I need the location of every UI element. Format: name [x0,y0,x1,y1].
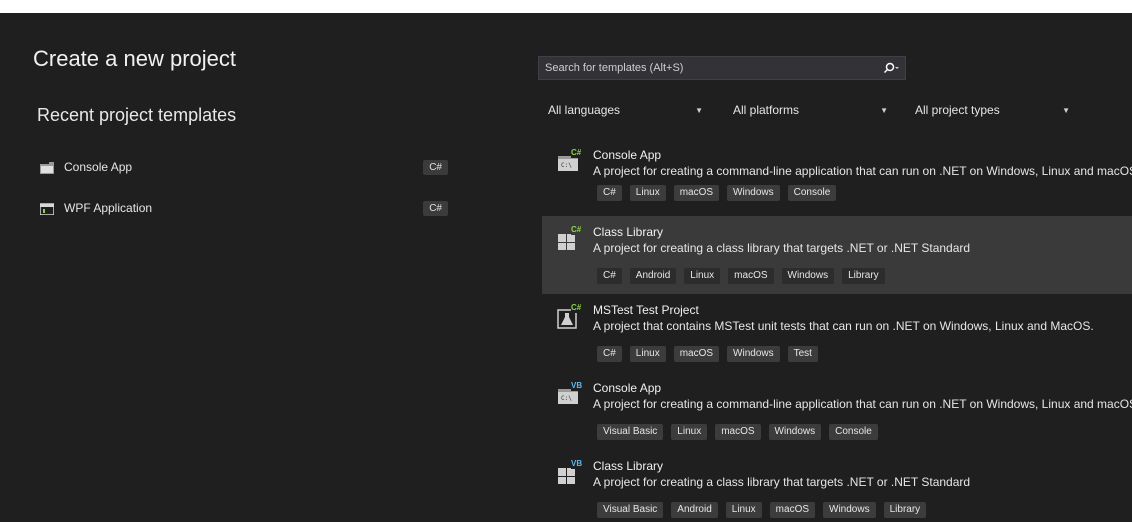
console-app-icon: C:\ VB [556,381,584,408]
tag: macOS [673,346,720,362]
template-name: Console App [593,381,662,395]
tag: macOS [673,185,720,201]
tag: macOS [769,502,816,518]
tag: Visual Basic [597,424,664,440]
test-flask-icon: C# [556,303,584,330]
tag: Windows [727,346,780,362]
template-item-console-app-csharp[interactable]: C:\ C# Console App A project for creatin… [542,139,1132,213]
chevron-down-icon: ▼ [880,105,888,115]
vb-badge: VB [571,459,583,468]
tag: Linux [684,268,721,284]
tag: macOS [728,268,774,284]
wpf-app-icon [39,202,55,216]
tag: C# [597,185,622,201]
tag: Library [842,268,885,284]
svg-text:C:\: C:\ [561,162,572,169]
template-tags: C# Linux macOS Windows Console [597,185,837,201]
template-item-console-app-vb[interactable]: C:\ VB Console App A project for creatin… [542,372,1132,446]
template-search-box[interactable] [538,56,906,80]
template-search-input[interactable] [539,61,879,75]
vb-badge: VB [571,381,583,390]
template-tags: Visual Basic Android Linux macOS Windows… [597,502,927,518]
recent-item-console-app[interactable]: Console App C# [40,155,450,179]
class-library-icon: C# [556,225,584,252]
tag: Test [787,346,818,362]
csharp-badge: C# [571,303,582,312]
template-name: Class Library [593,225,664,239]
csharp-badge: C# [571,148,582,157]
tag: macOS [715,424,761,440]
template-name: MSTest Test Project [593,303,699,317]
csharp-badge: C# [571,225,582,234]
template-name: Class Library [593,459,664,473]
chevron-down-icon: ▼ [1062,105,1070,115]
language-filter-dropdown[interactable]: All languages ▼ [548,99,703,121]
tag: Android [671,502,718,518]
project-type-filter-dropdown[interactable]: All project types ▼ [915,99,1070,121]
recent-item-wpf-application[interactable]: WPF Application C# [39,196,450,220]
template-description: A project for creating a command-line ap… [593,397,1132,411]
platform-filter-value: All platforms [733,103,800,117]
class-library-icon: VB [556,459,584,486]
template-item-mstest-test-project[interactable]: C# MSTest Test Project A project that co… [542,294,1132,368]
recent-item-label: Console App [64,160,133,174]
template-item-class-library-csharp[interactable]: C# Class Library A project for creating … [542,216,1132,294]
console-app-icon: C:\ C# [556,148,584,175]
tag: Console [787,185,837,201]
tag: Windows [768,424,822,440]
template-name: Console App [593,148,662,162]
template-tags: C# Linux macOS Windows Test [597,346,818,362]
window-top-strip [0,0,1132,13]
tag: Visual Basic [597,502,664,518]
template-tags: C# Android Linux macOS Windows Library [597,268,885,284]
template-description: A project for creating a class library t… [593,241,971,255]
svg-text:C:\: C:\ [561,395,572,402]
recent-item-label: WPF Application [64,201,153,215]
tag: Linux [671,424,708,440]
tag: Console [829,424,878,440]
project-type-filter-value: All project types [915,103,1000,117]
tag: C# [597,346,622,362]
tag: Windows [781,268,835,284]
tag: Linux [629,185,666,201]
language-badge: C# [423,200,448,216]
template-tags: Visual Basic Linux macOS Windows Console [597,424,878,440]
tag: C# [597,268,622,284]
tag: Library [883,502,927,518]
page-title: Create a new project [33,46,236,71]
language-filter-value: All languages [548,103,621,117]
tag: Windows [823,502,876,518]
template-description: A project for creating a command-line ap… [593,164,1132,178]
template-description: A project that contains MSTest unit test… [593,319,1094,333]
tag: Android [629,268,677,284]
platform-filter-dropdown[interactable]: All platforms ▼ [733,99,888,121]
template-description: A project for creating a class library t… [593,475,971,489]
chevron-down-icon: ▼ [695,105,703,115]
language-badge: C# [423,159,448,175]
tag: Windows [727,185,780,201]
template-item-class-library-vb[interactable]: VB Class Library A project for creating … [542,450,1132,522]
tag: Linux [629,346,666,362]
recent-templates-heading: Recent project templates [37,105,237,125]
tag: Linux [725,502,762,518]
search-icon[interactable] [879,62,905,74]
console-app-icon [40,161,54,174]
